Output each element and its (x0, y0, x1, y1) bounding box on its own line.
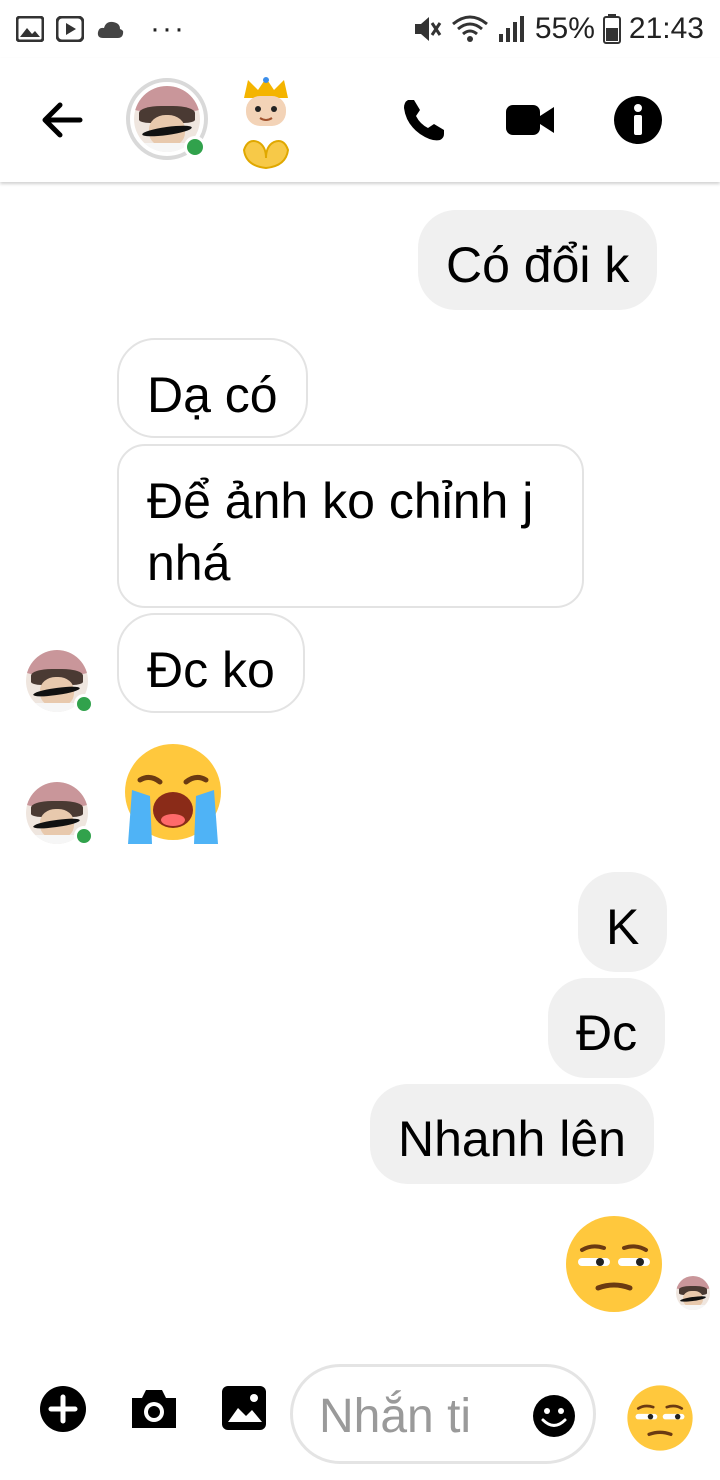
video-camera-icon[interactable] (504, 94, 556, 146)
emoji-picker-icon[interactable] (531, 1393, 577, 1439)
phone-icon[interactable] (398, 94, 450, 146)
plus-icon[interactable] (38, 1384, 88, 1434)
message-input[interactable]: Nhắn ti (290, 1364, 596, 1464)
quick-reaction-unamused-icon[interactable] (626, 1384, 694, 1452)
battery-icon (602, 14, 621, 44)
sender-avatar[interactable] (26, 782, 94, 848)
youtube-notification-icon (56, 16, 84, 42)
outgoing-message[interactable]: K (578, 872, 668, 972)
status-bar: ··· 55% 21:43 (0, 0, 720, 58)
camera-icon[interactable] (128, 1384, 180, 1434)
cloud-icon (97, 21, 124, 38)
image-gallery-icon[interactable] (220, 1384, 268, 1432)
incoming-message[interactable]: Dạ có (117, 338, 308, 438)
sender-avatar[interactable] (26, 650, 94, 716)
outgoing-message[interactable]: Có đổi k (418, 210, 658, 310)
clock: 21:43 (628, 12, 704, 45)
loudly-crying-face-icon[interactable] (118, 740, 228, 850)
outgoing-message[interactable]: Nhanh lên (370, 1084, 654, 1184)
conversation-header (0, 58, 720, 182)
incoming-message[interactable]: Đc ko (117, 613, 305, 713)
online-indicator (184, 136, 206, 158)
wifi-icon (451, 15, 488, 42)
online-indicator (74, 694, 94, 714)
battery-percentage: 55% (534, 12, 595, 45)
online-indicator (74, 826, 94, 846)
outgoing-message[interactable]: Đc (548, 978, 666, 1078)
mute-icon (414, 17, 442, 41)
read-receipt-avatar (676, 1276, 710, 1310)
arrow-left-icon[interactable] (36, 94, 88, 146)
incoming-message[interactable]: Để ảnh ko chỉnh j nhá (117, 444, 584, 608)
message-composer: Nhắn ti (0, 1352, 720, 1480)
signal-icon (498, 16, 524, 42)
unamused-face-icon[interactable] (564, 1214, 664, 1314)
more-notifications: ··· (150, 12, 186, 45)
message-input-placeholder: Nhắn ti (319, 1390, 472, 1443)
crowned-face-emoji-icon (242, 77, 290, 170)
info-icon[interactable] (612, 94, 664, 146)
gallery-notification-icon (16, 16, 44, 42)
